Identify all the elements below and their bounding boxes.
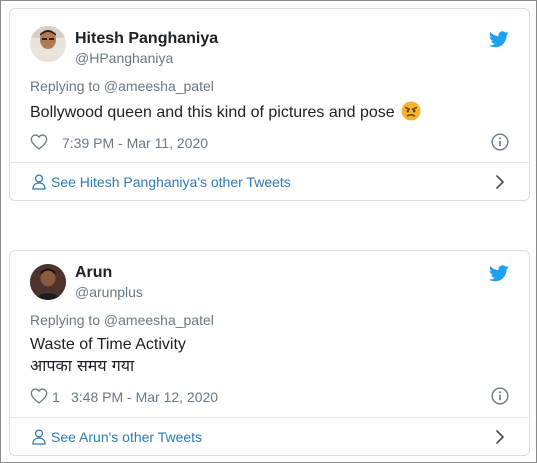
info-icon[interactable]: [491, 387, 509, 405]
like-count[interactable]: 1: [52, 389, 60, 405]
tweet-body: Replying to @ameesha_patel Bollywood que…: [30, 78, 509, 123]
author-name[interactable]: Arun: [75, 264, 112, 282]
tweet-header: Hitesh Panghaniya @HPanghaniya: [10, 9, 529, 66]
chevron-right-icon[interactable]: [495, 175, 505, 189]
author-name[interactable]: Hitesh Panghaniya: [75, 30, 218, 48]
tweet-text-line: Bollywood queen and this kind of picture…: [30, 104, 395, 121]
tweet-body: Replying to @ameesha_patel Waste of Time…: [30, 312, 509, 376]
twitter-bird-icon[interactable]: [489, 265, 509, 282]
other-tweets-link-row[interactable]: See Hitesh Panghaniya's other Tweets: [10, 163, 529, 200]
person-icon: [32, 429, 46, 445]
other-tweets-link[interactable]: See Arun's other Tweets: [51, 429, 202, 445]
avatar[interactable]: [30, 26, 66, 62]
author-handle[interactable]: @arunplus: [75, 284, 143, 300]
other-tweets-link[interactable]: See Hitesh Panghaniya's other Tweets: [51, 174, 291, 190]
embedded-tweet: Hitesh Panghaniya @HPanghaniya Replying …: [9, 8, 530, 201]
replying-to[interactable]: Replying to @ameesha_patel: [30, 312, 509, 328]
heart-icon[interactable]: [30, 388, 48, 404]
tweet-meta: 1 3:48 PM - Mar 12, 2020: [30, 387, 509, 406]
tweet-text-line: आपका समय गया: [30, 356, 135, 375]
angry-face-emoji: [401, 101, 421, 121]
tweet-text-line: Waste of Time Activity: [30, 336, 186, 353]
info-icon[interactable]: [491, 133, 509, 151]
replying-to[interactable]: Replying to @ameesha_patel: [30, 78, 509, 94]
other-tweets-link-row[interactable]: See Arun's other Tweets: [10, 418, 529, 455]
author-handle[interactable]: @HPanghaniya: [75, 50, 173, 66]
person-icon: [32, 174, 46, 190]
twitter-bird-icon[interactable]: [489, 31, 509, 48]
chevron-right-icon[interactable]: [495, 430, 505, 444]
timestamp[interactable]: 3:48 PM - Mar 12, 2020: [71, 389, 218, 405]
tweet-text: Bollywood queen and this kind of picture…: [30, 101, 509, 123]
embedded-tweet: Arun @arunplus Replying to @ameesha_pate…: [9, 250, 530, 456]
heart-icon[interactable]: [30, 134, 48, 150]
timestamp[interactable]: 7:39 PM - Mar 11, 2020: [62, 135, 208, 151]
avatar[interactable]: [30, 264, 66, 300]
tweet-meta: 7:39 PM - Mar 11, 2020: [30, 133, 509, 152]
tweet-header: Arun @arunplus: [10, 251, 529, 307]
